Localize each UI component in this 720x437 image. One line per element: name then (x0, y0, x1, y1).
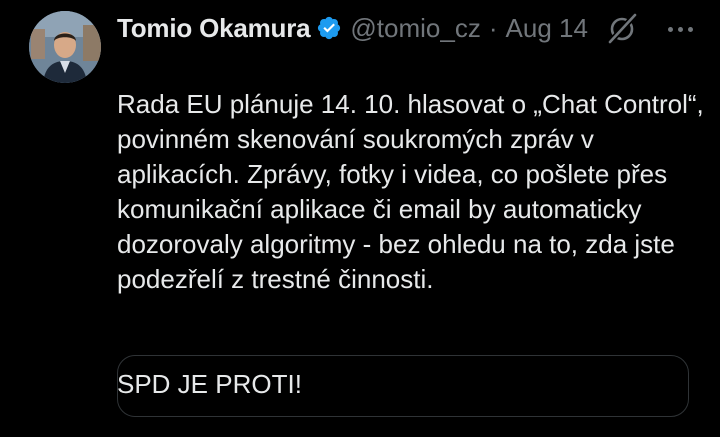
quoted-card[interactable] (117, 355, 689, 417)
tweet[interactable]: Tomio Okamura @tomio_cz · Aug 14 Rada EU… (0, 0, 720, 417)
author-handle[interactable]: @tomio_cz (350, 13, 480, 44)
tweet-paragraph: Rada EU plánuje 14. 10. hlasovat o „Chat… (117, 89, 704, 294)
more-dot (687, 26, 693, 32)
grok-icon[interactable] (605, 12, 639, 46)
more-dot (677, 26, 683, 32)
more-dot (667, 26, 673, 32)
tweet-header: Tomio Okamura @tomio_cz · Aug 14 (117, 8, 588, 48)
author-name[interactable]: Tomio Okamura (117, 13, 311, 44)
avatar[interactable] (29, 11, 101, 83)
tweet-date[interactable]: Aug 14 (506, 13, 588, 44)
separator-dot: · (488, 12, 498, 43)
more-icon[interactable] (655, 12, 705, 46)
verified-badge-icon (316, 15, 342, 41)
